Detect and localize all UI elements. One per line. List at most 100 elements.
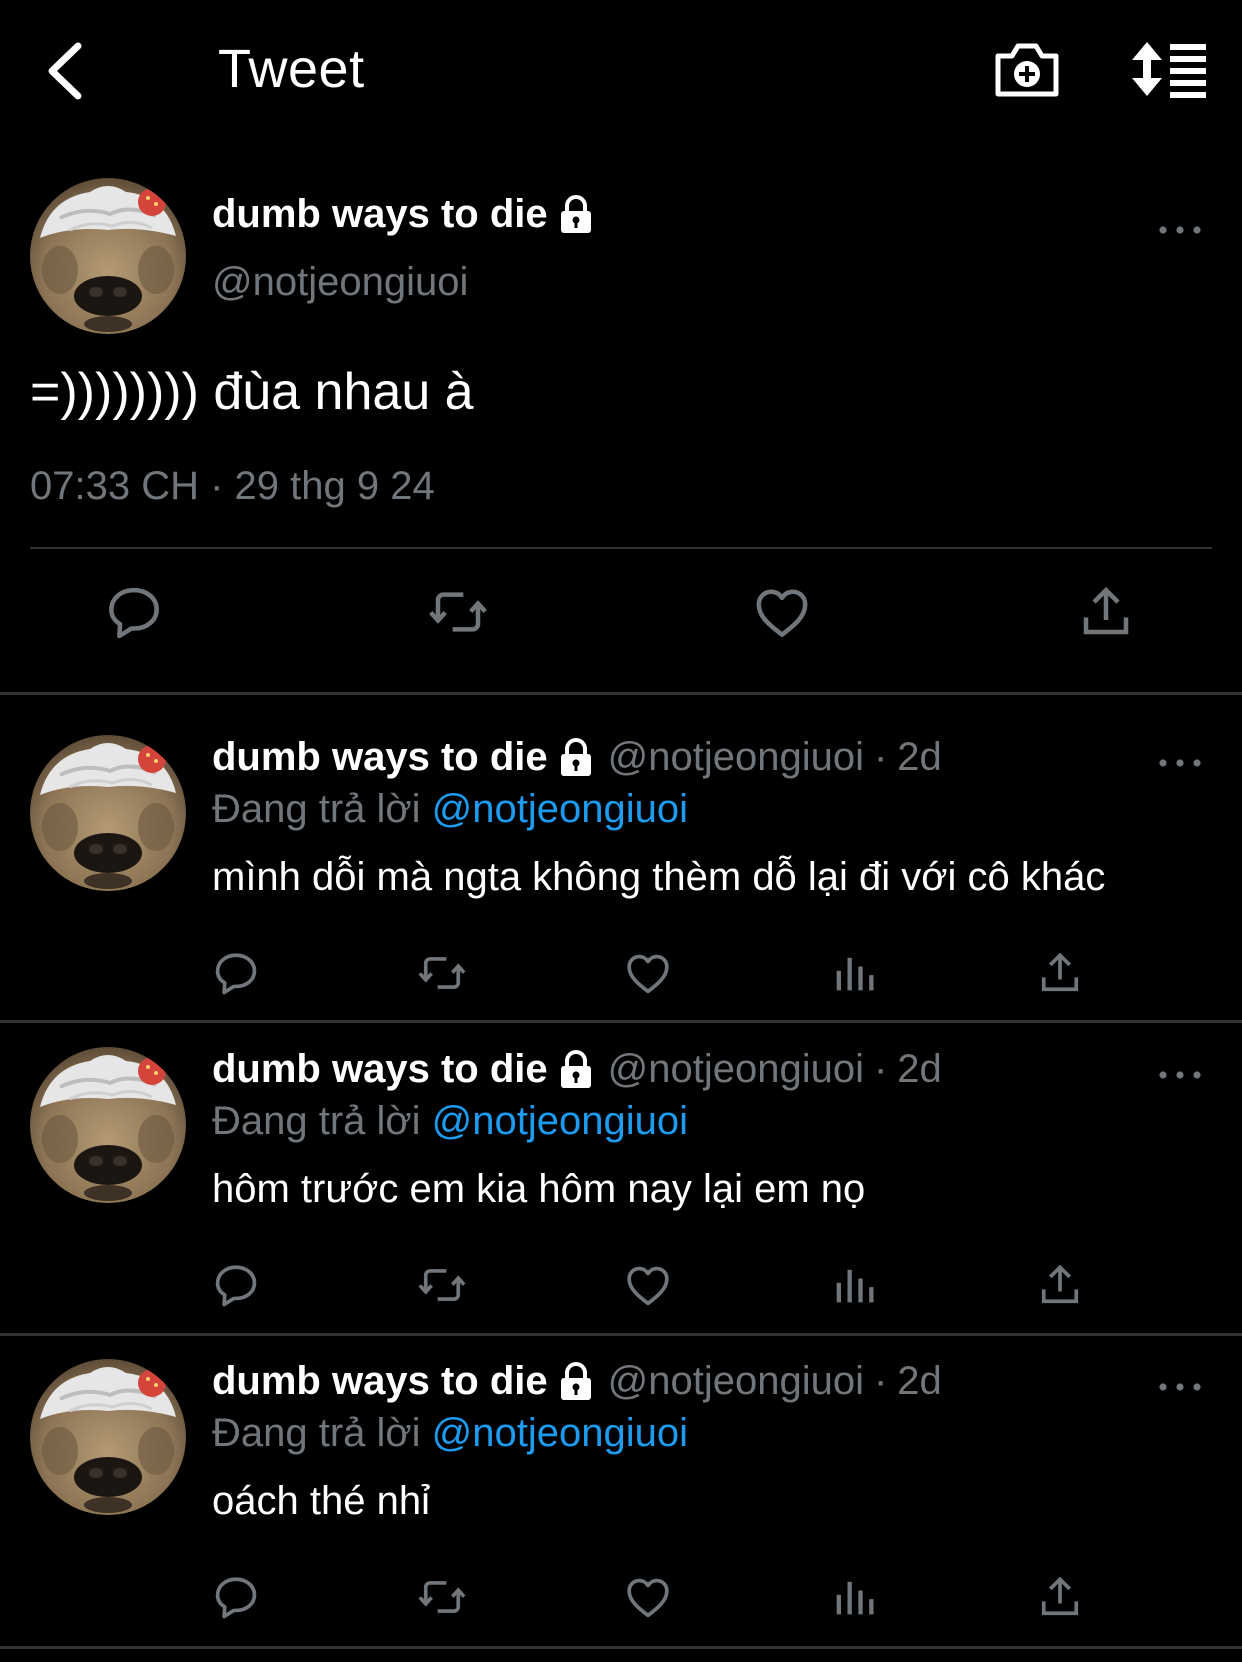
more-icon [1155,753,1205,773]
reply-button[interactable] [210,947,262,999]
lock-icon [558,195,594,235]
tweet-timestamp[interactable]: 07:33 CH · 29 thg 9 24 [30,464,435,509]
tweet-text: =)))))))) đùa nhau à [30,363,474,421]
reply-actions [0,1259,1242,1315]
replying-label: Đang trả lời [212,1411,421,1455]
reply-text: hôm trước em kia hôm nay lại em nọ [212,1167,866,1211]
reply-actions [0,1571,1242,1627]
more-options-button[interactable] [1155,1377,1205,1397]
sort-button[interactable] [1130,38,1210,100]
share-icon [1074,580,1138,644]
reply-icon [210,947,262,999]
share-button[interactable] [1034,947,1086,999]
retweet-icon [416,1571,468,1623]
display-name[interactable]: dumb ways to die [212,1359,548,1404]
heart-icon [622,1571,674,1623]
retweet-icon [416,1259,468,1311]
reply-button[interactable] [102,580,166,644]
more-icon [1155,1065,1205,1085]
lock-icon [558,738,594,778]
reply-header: dumb ways to die @notjeongiuoi · 2d [212,735,942,780]
share-button[interactable] [1034,1571,1086,1623]
author-handle[interactable]: @notjeongiuoi [608,735,864,780]
tweet-actions [0,580,1242,660]
bar-chart-icon [828,947,880,999]
share-icon [1034,947,1086,999]
reply-icon [210,1571,262,1623]
reply-tweet[interactable]: dumb ways to die @notjeongiuoi · 2d Đang… [0,1007,1242,1317]
back-button[interactable] [40,36,100,106]
more-options-button[interactable] [1155,753,1205,773]
reply-header: dumb ways to die @notjeongiuoi · 2d [212,1047,942,1092]
lock-icon [558,1050,594,1090]
retweet-button[interactable] [426,580,490,644]
separator-dot: · [873,735,888,779]
retweet-button[interactable] [416,947,468,999]
reply-text: mình dỗi mà ngta không thèm dỗ lại đi vớ… [212,855,1106,899]
like-button[interactable] [750,580,814,644]
views-button[interactable] [828,947,880,999]
share-button[interactable] [1034,1259,1086,1311]
more-icon [1155,220,1205,240]
reply-tweet[interactable]: dumb ways to die @notjeongiuoi · 2d Đang… [0,695,1242,1005]
bar-chart-icon [828,1259,880,1311]
mention-link[interactable]: @notjeongiuoi [432,787,688,831]
replying-to-line: Đang trả lời @notjeongiuoi [212,787,688,832]
avatar[interactable] [30,735,186,891]
bar-chart-icon [828,1571,880,1623]
mention-link[interactable]: @notjeongiuoi [432,1099,688,1143]
display-name[interactable]: dumb ways to die [212,735,548,780]
like-button[interactable] [622,1259,674,1311]
reply-time[interactable]: 2d [897,1359,942,1404]
avatar[interactable] [30,1047,186,1203]
retweet-icon [426,580,490,644]
author-handle[interactable]: @notjeongiuoi [212,260,468,305]
reply-header: dumb ways to die @notjeongiuoi · 2d [212,1359,942,1404]
author-name-row[interactable]: dumb ways to die [212,192,594,237]
separator-dot: · [873,1047,888,1091]
like-button[interactable] [622,1571,674,1623]
share-icon [1034,1571,1086,1623]
reply-actions [0,947,1242,1003]
reply-tweet[interactable]: dumb ways to die @notjeongiuoi · 2d Đang… [0,1319,1242,1629]
top-nav-bar: Tweet [0,0,1242,150]
views-button[interactable] [828,1259,880,1311]
avatar[interactable] [30,1359,186,1515]
lock-icon [558,1362,594,1402]
like-button[interactable] [622,947,674,999]
replying-to-line: Đang trả lời @notjeongiuoi [212,1411,688,1456]
reply-icon [102,580,166,644]
share-button[interactable] [1074,580,1138,644]
reply-button[interactable] [210,1571,262,1623]
chevron-left-icon [48,42,82,100]
replying-label: Đang trả lời [212,787,421,831]
display-name: dumb ways to die [212,192,548,236]
replying-label: Đang trả lời [212,1099,421,1143]
camera-plus-icon [995,43,1059,97]
more-icon [1155,1377,1205,1397]
more-options-button[interactable] [1155,1065,1205,1085]
author-handle[interactable]: @notjeongiuoi [608,1359,864,1404]
separator-dot: · [873,1359,888,1403]
reply-text: oách thé nhỉ [212,1479,430,1523]
heart-icon [622,1259,674,1311]
retweet-button[interactable] [416,1571,468,1623]
reply-time[interactable]: 2d [897,1047,942,1092]
mention-link[interactable]: @notjeongiuoi [432,1411,688,1455]
avatar[interactable] [30,178,186,334]
display-name[interactable]: dumb ways to die [212,1047,548,1092]
retweet-button[interactable] [416,1259,468,1311]
retweet-icon [416,947,468,999]
replying-to-line: Đang trả lời @notjeongiuoi [212,1099,688,1144]
sort-list-icon [1132,42,1206,98]
views-button[interactable] [828,1571,880,1623]
reply-icon [210,1259,262,1311]
share-icon [1034,1259,1086,1311]
reply-time[interactable]: 2d [897,735,942,780]
heart-icon [750,580,814,644]
divider [0,1646,1242,1649]
camera-button[interactable] [992,36,1062,102]
reply-button[interactable] [210,1259,262,1311]
more-options-button[interactable] [1155,220,1205,240]
author-handle[interactable]: @notjeongiuoi [608,1047,864,1092]
